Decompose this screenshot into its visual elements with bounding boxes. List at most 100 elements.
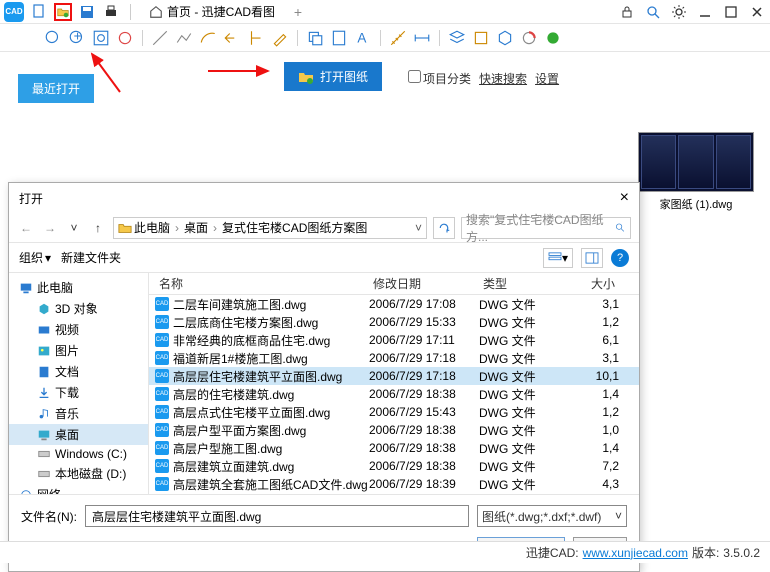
paste-icon[interactable]	[330, 29, 348, 47]
polyline-tool-icon[interactable]	[175, 29, 193, 47]
copy-icon[interactable]	[306, 29, 324, 47]
file-row[interactable]: CAD高层建筑立面建筑.dwg2006/7/29 18:38DWG 文件7,2	[149, 457, 639, 475]
dimension-icon[interactable]	[413, 29, 431, 47]
separator	[297, 30, 298, 46]
col-name[interactable]: 名称	[155, 275, 369, 292]
file-open-dialog: 打开 × ← → ˅ ↑ 此电脑› 桌面› 复式住宅楼CAD图纸方案图 ˅ 搜索…	[8, 182, 640, 572]
recent-open-button[interactable]: 最近打开	[18, 74, 94, 103]
line-tool-icon[interactable]	[151, 29, 169, 47]
save-icon[interactable]	[78, 3, 96, 21]
zoom-extent-icon[interactable]	[92, 29, 110, 47]
nav-back-icon[interactable]: ←	[17, 219, 35, 237]
file-icon: CAD	[155, 333, 169, 347]
project-class-checkbox[interactable]: 项目分类	[408, 70, 471, 87]
quick-search-link[interactable]: 快速搜索	[479, 70, 527, 87]
plot-icon[interactable]	[544, 29, 562, 47]
file-date: 2006/7/29 17:18	[369, 369, 479, 383]
measure-icon[interactable]	[389, 29, 407, 47]
view-mode-button[interactable]: ▾	[543, 248, 573, 268]
tree-item[interactable]: 图片	[9, 340, 148, 361]
tab-home[interactable]: 首页 - 迅捷CAD看图	[141, 0, 283, 24]
tree-icon	[37, 447, 51, 461]
tree-item[interactable]: 本地磁盘 (D:)	[9, 463, 148, 484]
arc-tool-icon[interactable]	[199, 29, 217, 47]
nav-up-icon[interactable]: ↑	[89, 219, 107, 237]
organize-menu[interactable]: 组织 ▾	[19, 249, 51, 266]
file-row[interactable]: CAD高层层住宅楼建筑平立面图.dwg2006/7/29 17:18DWG 文件…	[149, 367, 639, 385]
tree-item[interactable]: 文档	[9, 361, 148, 382]
refresh-icon[interactable]	[433, 217, 455, 239]
file-row[interactable]: CAD高层户型施工图.dwg2006/7/29 18:38DWG 文件1,4	[149, 439, 639, 457]
gear-icon[interactable]	[670, 3, 688, 21]
file-row[interactable]: CAD福道新居1#楼施工图.dwg2006/7/29 17:18DWG 文件3,…	[149, 349, 639, 367]
footer-version: 3.5.0.2	[723, 546, 760, 560]
color-icon[interactable]	[520, 29, 538, 47]
nav-recent-icon[interactable]: ˅	[65, 219, 83, 237]
file-row[interactable]: CAD高层的住宅楼建筑.dwg2006/7/29 18:38DWG 文件1,4	[149, 385, 639, 403]
tree-item[interactable]: 3D 对象	[9, 298, 148, 319]
help-icon[interactable]: ?	[611, 249, 629, 267]
file-type: DWG 文件	[479, 440, 569, 457]
3d-icon[interactable]	[496, 29, 514, 47]
crumb-seg[interactable]: 复式住宅楼CAD图纸方案图	[222, 219, 367, 236]
add-tab-button[interactable]: +	[289, 3, 307, 21]
new-folder-button[interactable]: 新建文件夹	[61, 249, 121, 266]
tree-item[interactable]: 下载	[9, 382, 148, 403]
edit-icon[interactable]	[271, 29, 289, 47]
file-row[interactable]: CAD二层底商住宅楼方案图.dwg2006/7/29 15:33DWG 文件1,…	[149, 313, 639, 331]
file-list: 名称 修改日期 类型 大小 CAD二层车间建筑施工图.dwg2006/7/29 …	[149, 273, 639, 494]
file-date: 2006/7/29 18:38	[369, 441, 479, 455]
tree-item[interactable]: 视频	[9, 319, 148, 340]
file-row[interactable]: CAD非常经典的底框商品住宅.dwg2006/7/29 17:11DWG 文件6…	[149, 331, 639, 349]
new-file-icon[interactable]	[30, 3, 48, 21]
tree-item[interactable]: 音乐	[9, 403, 148, 424]
file-row[interactable]: CAD高层户型平面方案图.dwg2006/7/29 18:38DWG 文件1,0	[149, 421, 639, 439]
file-row[interactable]: CAD二层车间建筑施工图.dwg2006/7/29 17:08DWG 文件3,1	[149, 295, 639, 313]
text-icon[interactable]: A	[354, 29, 372, 47]
print-icon[interactable]	[102, 3, 120, 21]
open-file-icon[interactable]	[54, 3, 72, 21]
col-size[interactable]: 大小	[569, 275, 619, 292]
footer-url-link[interactable]: www.xunjiecad.com	[583, 546, 688, 560]
file-icon: CAD	[155, 297, 169, 311]
file-icon: CAD	[155, 477, 169, 491]
file-type: DWG 文件	[479, 350, 569, 367]
redo-icon[interactable]	[247, 29, 265, 47]
pan-icon[interactable]	[116, 29, 134, 47]
file-row[interactable]: CAD高层点式住宅楼平立面图.dwg2006/7/29 15:43DWG 文件1…	[149, 403, 639, 421]
tree-icon	[37, 344, 51, 358]
file-filter-select[interactable]: 图纸(*.dwg;*.dxf;*.dwf)˅	[477, 505, 627, 527]
preview-pane-button[interactable]	[581, 248, 603, 268]
folder-open-icon	[298, 69, 314, 85]
file-row[interactable]: CAD高层建筑全套施工图纸CAD文件.dwg2006/7/29 18:39DWG…	[149, 475, 639, 493]
file-icon: CAD	[155, 315, 169, 329]
filename-input[interactable]	[85, 505, 469, 527]
close-icon[interactable]	[748, 3, 766, 21]
undo-icon[interactable]	[223, 29, 241, 47]
zoom-window-icon[interactable]	[44, 29, 62, 47]
col-type[interactable]: 类型	[479, 275, 569, 292]
crumb-seg[interactable]: 桌面	[184, 219, 208, 236]
dialog-close-icon[interactable]: ×	[620, 189, 629, 207]
tree-label: 网络	[37, 486, 61, 494]
tree-item[interactable]: 桌面	[9, 424, 148, 445]
search-input[interactable]: 搜索"复式住宅楼CAD图纸方...	[461, 217, 631, 239]
tree-item[interactable]: 此电脑	[9, 277, 148, 298]
crumb-seg[interactable]: 此电脑	[134, 219, 170, 236]
tree-item[interactable]: Windows (C:)	[9, 445, 148, 463]
file-type: DWG 文件	[479, 386, 569, 403]
tree-item[interactable]: 网络	[9, 484, 148, 494]
open-drawing-button[interactable]: 打开图纸	[284, 62, 382, 91]
recent-thumbnail[interactable]: 家图纸 (1).dwg	[638, 132, 754, 212]
block-icon[interactable]	[472, 29, 490, 47]
maximize-icon[interactable]	[722, 3, 740, 21]
minimize-icon[interactable]	[696, 3, 714, 21]
lock-icon[interactable]	[618, 3, 636, 21]
breadcrumb[interactable]: 此电脑› 桌面› 复式住宅楼CAD图纸方案图 ˅	[113, 217, 427, 239]
col-date[interactable]: 修改日期	[369, 275, 479, 292]
settings-link[interactable]: 设置	[535, 70, 559, 87]
main-area: 最近打开 打开图纸 项目分类 快速搜索 设置 家图纸 (1).dwg 打开 × …	[0, 52, 770, 541]
layer-icon[interactable]	[448, 29, 466, 47]
zoom-icon[interactable]	[644, 3, 662, 21]
zoom-fit-icon[interactable]: +	[68, 29, 86, 47]
